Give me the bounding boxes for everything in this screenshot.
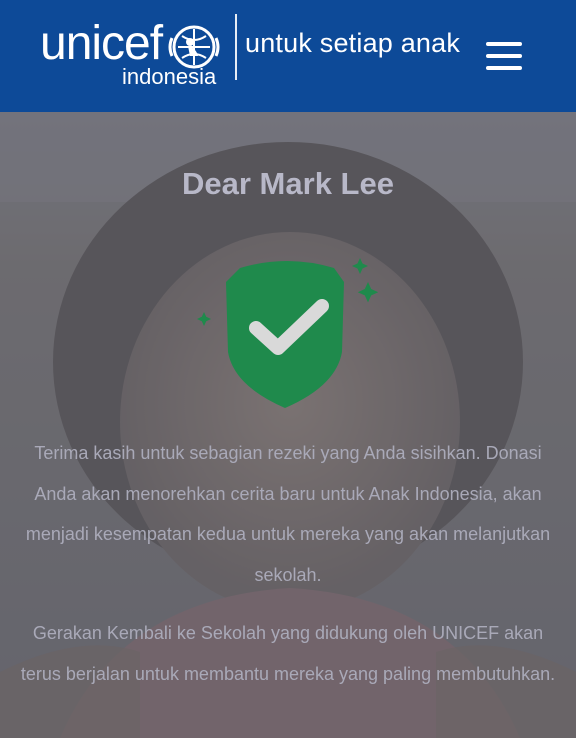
thank-you-paragraph: Terima kasih untuk sebagian rezeki yang … (25, 443, 551, 585)
shield-check-icon (197, 258, 379, 408)
thank-you-hero: Dear Mark Lee Terima kasih untuk sebagia… (0, 112, 576, 738)
logo-wordmark: unicef (40, 17, 163, 70)
logo-subtitle: indonesia (122, 64, 217, 89)
header-divider (235, 14, 237, 80)
menu-bar (486, 66, 522, 70)
site-header: unicef indonesia untuk setiap anak (0, 0, 576, 112)
menu-bar (486, 54, 522, 58)
greeting-title: Dear Mark Lee (182, 166, 394, 201)
campaign-paragraph: Gerakan Kembali ke Sekolah yang didukung… (20, 623, 556, 684)
menu-bar (486, 42, 522, 46)
unicef-logo[interactable]: unicef indonesia (40, 18, 230, 94)
hamburger-menu-icon[interactable] (486, 42, 522, 70)
header-tagline: untuk setiap anak (245, 28, 461, 58)
